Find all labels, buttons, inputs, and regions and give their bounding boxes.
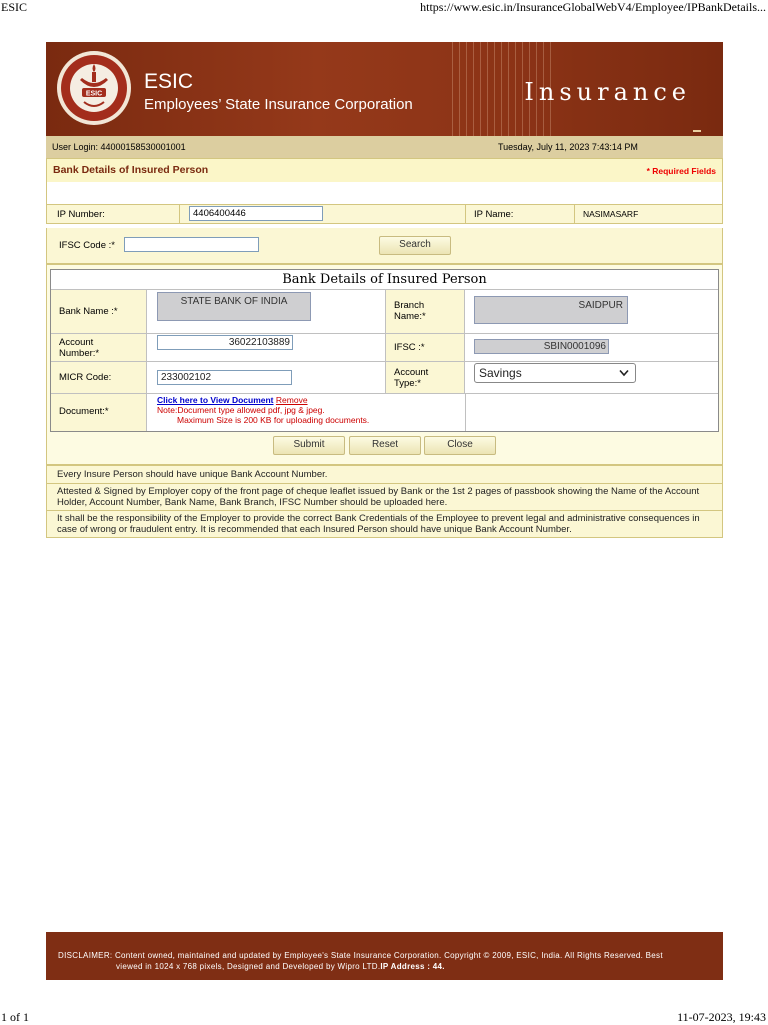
disclaimer-ip-address: IP Address : 44. — [380, 962, 445, 971]
ip-name-label-cell: IP Name: — [465, 205, 575, 223]
ip-name-value: NASIMASARF — [583, 209, 639, 219]
banner-title: ESIC — [144, 70, 194, 93]
micr-field[interactable]: 233002102 — [157, 370, 292, 385]
ifsc-label: IFSC :* — [394, 342, 425, 353]
form-heading: Bank Details of Insured Person — [51, 270, 718, 290]
print-header: ESIC https://www.esic.in/InsuranceGlobal… — [0, 0, 768, 16]
remove-document-link[interactable]: Remove — [276, 395, 308, 405]
document-type-note: Note:Document type allowed pdf, jpg & jp… — [157, 405, 325, 415]
ifsc-search-input[interactable] — [124, 237, 259, 252]
account-type-label: Account Type:* — [394, 367, 429, 389]
search-button[interactable]: Search — [379, 236, 451, 255]
note-employer-responsibility: It shall be the responsibility of the Em… — [46, 511, 723, 538]
account-type-value: Savings — [479, 366, 522, 380]
document-label: Document:* — [59, 406, 109, 417]
required-fields-note: * Required Fields — [646, 166, 716, 176]
document-row: Document:* Click here to View Document R… — [51, 394, 718, 431]
bank-details-section: Bank Details of Insured Person Bank Name… — [46, 264, 723, 465]
print-url: https://www.esic.in/InsuranceGlobalWebV4… — [420, 0, 766, 14]
ip-row: IP Number: 4406400446 IP Name: NASIMASAR… — [46, 204, 723, 224]
disclaimer-line2: viewed in 1024 x 768 pixels, Designed an… — [116, 962, 445, 971]
account-type-label-cell: Account Type:* — [385, 362, 465, 393]
ip-number-field[interactable]: 4406400446 — [189, 206, 323, 221]
account-row: Account Number:* 36022103889 IFSC :* SBI… — [51, 334, 718, 362]
ifsc-search-label: IFSC Code :* — [59, 240, 115, 251]
disclaimer-line1: DISCLAIMER: Content owned, maintained an… — [58, 951, 663, 960]
print-page-number: 1 of 1 — [1, 1010, 29, 1024]
reset-button[interactable]: Reset — [349, 436, 421, 455]
close-button[interactable]: Close — [424, 436, 496, 455]
site-banner: ESIC ESIC Employees’ State Insurance Cor… — [46, 42, 723, 136]
section-title: Bank Details of Insured Person — [53, 164, 209, 176]
section-title-bar: Bank Details of Insured Person * Require… — [46, 158, 723, 182]
account-label-cell: Account Number:* — [51, 334, 147, 361]
document-empty-cell — [465, 394, 718, 431]
ip-number-label-cell: IP Number: — [47, 205, 180, 223]
micr-label-cell: MICR Code: — [51, 362, 147, 393]
account-type-select[interactable]: Savings — [474, 363, 636, 383]
page-container: ESIC ESIC Employees’ State Insurance Cor… — [46, 42, 723, 538]
print-footer: 1 of 1 11-07-2023, 19:43 — [0, 1010, 768, 1024]
banner-dash — [693, 130, 701, 132]
banner-subtitle: Employees’ State Insurance Corporation — [144, 96, 413, 113]
spacer — [46, 182, 723, 204]
ifsc-label-cell: IFSC :* — [385, 334, 465, 361]
disclaimer-footer: DISCLAIMER: Content owned, maintained an… — [46, 932, 723, 980]
ip-number-label: IP Number: — [57, 209, 105, 220]
micr-label: MICR Code: — [59, 372, 112, 383]
branch-label-cell: Branch Name:* — [385, 290, 465, 333]
account-label: Account Number:* — [59, 337, 100, 359]
ip-name-label: IP Name: — [474, 209, 514, 220]
login-bar: User Login: 44000158530001001 Tuesday, J… — [46, 136, 723, 158]
note-attested-copy: Attested & Signed by Employer copy of th… — [46, 484, 723, 511]
bank-details-form: Bank Details of Insured Person Bank Name… — [50, 269, 719, 432]
view-document-link[interactable]: Click here to View Document — [157, 395, 274, 405]
user-login: User Login: 44000158530001001 — [52, 142, 186, 152]
branch-field[interactable]: SAIDPUR — [474, 296, 628, 324]
document-label-cell: Document:* — [51, 394, 147, 431]
document-cell: Click here to View Document Remove Note:… — [157, 395, 369, 425]
esic-logo-icon: ESIC — [57, 51, 131, 125]
ifsc-search-box: IFSC Code :* Search — [46, 228, 723, 264]
bank-name-row: Bank Name :* STATE BANK OF INDIA Branch … — [51, 290, 718, 334]
bank-name-label-cell: Bank Name :* — [51, 290, 147, 333]
bank-name-field[interactable]: STATE BANK OF INDIA — [157, 292, 311, 321]
account-number-field[interactable]: 36022103889 — [157, 335, 293, 350]
logo-text: ESIC — [86, 91, 102, 98]
print-datetime: 11-07-2023, 19:43 — [677, 1010, 766, 1024]
banner-module: Insurance — [524, 78, 691, 106]
branch-label: Branch Name:* — [394, 300, 426, 322]
document-size-note: Maximum Size is 200 KB for uploading doc… — [177, 415, 370, 425]
print-title: ESIC — [1, 0, 28, 14]
chevron-down-icon — [619, 369, 629, 377]
submit-button[interactable]: Submit — [273, 436, 345, 455]
bank-name-label: Bank Name :* — [59, 306, 118, 317]
micr-row: MICR Code: 233002102 Account Type:* Savi… — [51, 362, 718, 394]
disclaimer-line2-text: viewed in 1024 x 768 pixels, Designed an… — [116, 962, 381, 971]
login-datetime: Tuesday, July 11, 2023 7:43:14 PM — [498, 142, 638, 152]
action-bar: Submit Reset Close — [47, 432, 722, 464]
note-unique-account: Every Insure Person should have unique B… — [46, 465, 723, 484]
ifsc-field[interactable]: SBIN0001096 — [474, 339, 609, 354]
